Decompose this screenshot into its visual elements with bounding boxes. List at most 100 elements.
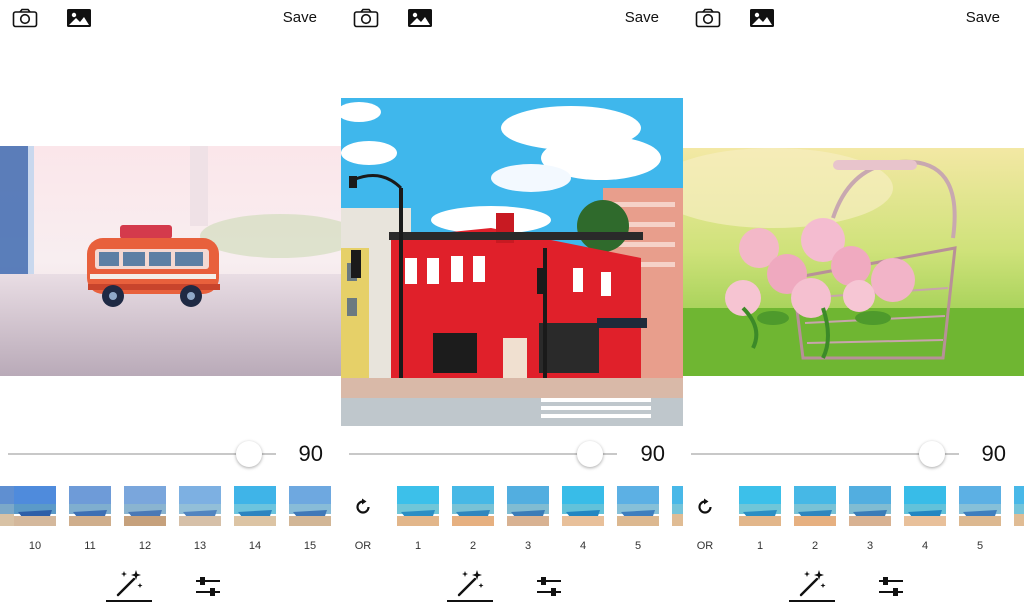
filter-thumb[interactable]: 10 — [14, 486, 56, 552]
bottom-toolbar — [0, 566, 341, 606]
filter-label: 5 — [634, 540, 642, 552]
slider-thumb[interactable] — [236, 441, 263, 467]
sliders-icon[interactable] — [877, 572, 907, 602]
filter-strip[interactable]: OR 1 2 3 4 5 — [341, 486, 683, 556]
intensity-slider[interactable]: 90 — [683, 436, 1024, 472]
filter-preview — [14, 486, 56, 526]
filter-thumb[interactable]: 13 — [179, 486, 221, 552]
filter-preview — [234, 486, 276, 526]
rotate-ccw-icon[interactable] — [696, 498, 714, 516]
filter-strip[interactable]: 10 11 12 13 14 15 — [0, 486, 341, 556]
filter-thumb[interactable]: 2 — [794, 486, 836, 552]
magic-wand-icon[interactable] — [114, 568, 144, 598]
slider-value: 90 — [298, 441, 323, 466]
slider-value: 90 — [640, 441, 665, 466]
filter-thumb-9[interactable] — [0, 486, 14, 526]
filter-preview — [397, 486, 439, 526]
editor-screen-2: Save 90 OR 1 2 3 4 5 — [341, 0, 683, 606]
intensity-slider[interactable]: 90 — [341, 436, 683, 472]
filter-preview — [959, 486, 1001, 526]
filter-preview — [562, 486, 604, 526]
filter-thumb[interactable]: 15 — [289, 486, 331, 552]
camera-icon[interactable] — [695, 8, 721, 28]
bottom-toolbar — [683, 566, 1024, 606]
filter-thumb[interactable]: 3 — [507, 486, 549, 552]
filter-preview — [452, 486, 494, 526]
filter-preview — [904, 486, 946, 526]
filter-label: 2 — [811, 540, 819, 552]
filter-label: 15 — [303, 540, 317, 552]
filter-thumb-6[interactable] — [1014, 486, 1024, 526]
filter-preview — [507, 486, 549, 526]
filter-thumb[interactable]: 5 — [959, 486, 1001, 552]
intensity-slider[interactable]: 90 — [0, 436, 341, 472]
filter-label: 5 — [976, 540, 984, 552]
filter-label: 10 — [28, 540, 42, 552]
screens: Save 90 10 11 12 13 14 15 Save 90 OR 1 2… — [0, 0, 1024, 606]
magic-wand-icon[interactable] — [797, 568, 827, 598]
filter-label: 1 — [756, 540, 764, 552]
magic-wand-icon[interactable] — [455, 568, 485, 598]
filter-preview — [1014, 486, 1024, 526]
filter-label: 1 — [414, 540, 422, 552]
filter-thumb[interactable]: 5 — [617, 486, 659, 552]
filter-thumb[interactable]: 14 — [234, 486, 276, 552]
filter-label: 3 — [866, 540, 874, 552]
filter-thumb[interactable]: 11 — [69, 486, 111, 552]
filter-preview — [179, 486, 221, 526]
slider-thumb[interactable] — [919, 441, 946, 467]
reset-filter-button[interactable]: OR — [341, 486, 385, 552]
filter-preview — [289, 486, 331, 526]
filter-label: 14 — [248, 540, 262, 552]
sliders-icon[interactable] — [194, 572, 224, 602]
filter-thumb[interactable]: 2 — [452, 486, 494, 552]
save-button[interactable]: Save — [283, 9, 317, 26]
original-label: OR — [696, 540, 714, 552]
save-button[interactable]: Save — [966, 9, 1000, 26]
slider-thumb[interactable] — [577, 441, 604, 467]
editor-screen-3: Save 90 OR 1 2 3 4 5 — [683, 0, 1024, 606]
gallery-icon[interactable] — [407, 8, 433, 28]
sliders-icon[interactable] — [535, 572, 565, 602]
filter-thumb[interactable]: 1 — [739, 486, 781, 552]
save-button[interactable]: Save — [625, 9, 659, 26]
filter-preview — [617, 486, 659, 526]
camera-icon[interactable] — [12, 8, 38, 28]
filter-thumb[interactable]: 1 — [397, 486, 439, 552]
active-tool-indicator — [106, 600, 152, 602]
editor-screen-1: Save 90 10 11 12 13 14 15 — [0, 0, 341, 606]
top-bar: Save — [0, 0, 341, 38]
filter-preview — [739, 486, 781, 526]
original-label: OR — [354, 540, 372, 552]
active-tool-indicator — [447, 600, 493, 602]
filter-thumb[interactable]: 3 — [849, 486, 891, 552]
filter-strip[interactable]: OR 1 2 3 4 5 — [683, 486, 1024, 556]
filter-thumb[interactable]: 4 — [562, 486, 604, 552]
slider-value: 90 — [981, 441, 1006, 466]
filter-label: 4 — [921, 540, 929, 552]
photo-preview — [341, 98, 683, 426]
camera-icon[interactable] — [353, 8, 379, 28]
filter-preview — [0, 486, 14, 526]
filter-preview — [69, 486, 111, 526]
rotate-ccw-icon[interactable] — [354, 498, 372, 516]
filter-thumb-6[interactable] — [672, 486, 683, 526]
reset-filter-button[interactable]: OR — [683, 486, 727, 552]
filter-label: 12 — [138, 540, 152, 552]
filter-label: 11 — [84, 540, 96, 552]
toy-bus-photo — [0, 146, 341, 376]
filter-preview — [794, 486, 836, 526]
top-bar: Save — [683, 0, 1024, 38]
top-bar: Save — [341, 0, 683, 38]
filter-thumb[interactable]: 12 — [124, 486, 166, 552]
filter-label: 3 — [524, 540, 532, 552]
filter-thumb[interactable]: 4 — [904, 486, 946, 552]
filter-label: 4 — [579, 540, 587, 552]
gallery-icon[interactable] — [66, 8, 92, 28]
filter-preview — [849, 486, 891, 526]
photo-preview — [0, 146, 341, 376]
active-tool-indicator — [789, 600, 835, 602]
bottom-toolbar — [341, 566, 683, 606]
gallery-icon[interactable] — [749, 8, 775, 28]
photo-preview — [683, 148, 1024, 376]
